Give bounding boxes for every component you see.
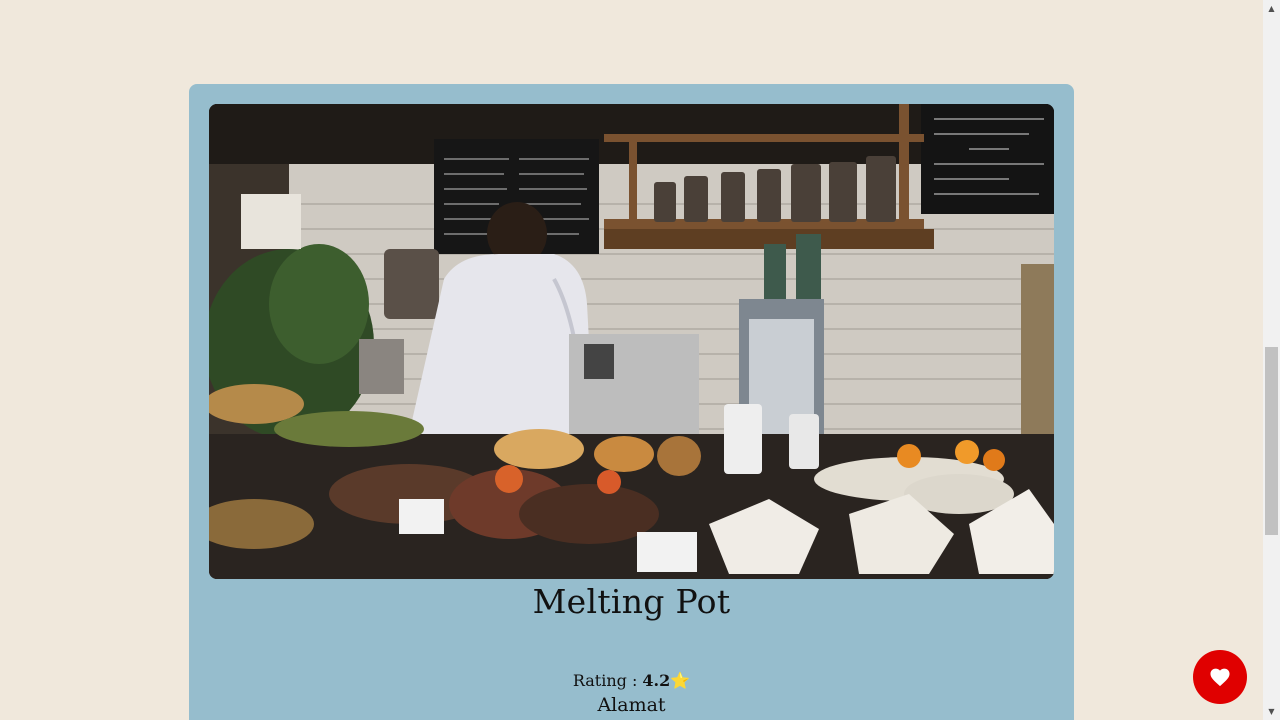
restaurant-address: Alamat (597, 694, 666, 716)
rating-value: 4.2 (642, 671, 671, 690)
restaurant-image (209, 104, 1054, 579)
favorite-button[interactable] (1193, 650, 1247, 704)
restaurant-card[interactable]: Melting Pot Rating : 4.2⭐ Alamat (189, 84, 1074, 720)
page: Melting Pot Rating : 4.2⭐ Alamat (0, 0, 1263, 720)
rating-label: Rating : (572, 671, 643, 690)
vertical-scrollbar[interactable]: ▲ ▼ (1263, 0, 1280, 720)
scroll-up-arrow-icon[interactable]: ▲ (1263, 0, 1280, 17)
heart-icon (1210, 668, 1230, 687)
star-icon: ⭐ (670, 671, 691, 690)
scroll-thumb[interactable] (1265, 347, 1278, 535)
scroll-down-arrow-icon[interactable]: ▼ (1263, 703, 1280, 720)
restaurant-name: Melting Pot (532, 582, 731, 621)
rating-row: Rating : 4.2⭐ (189, 671, 1074, 690)
